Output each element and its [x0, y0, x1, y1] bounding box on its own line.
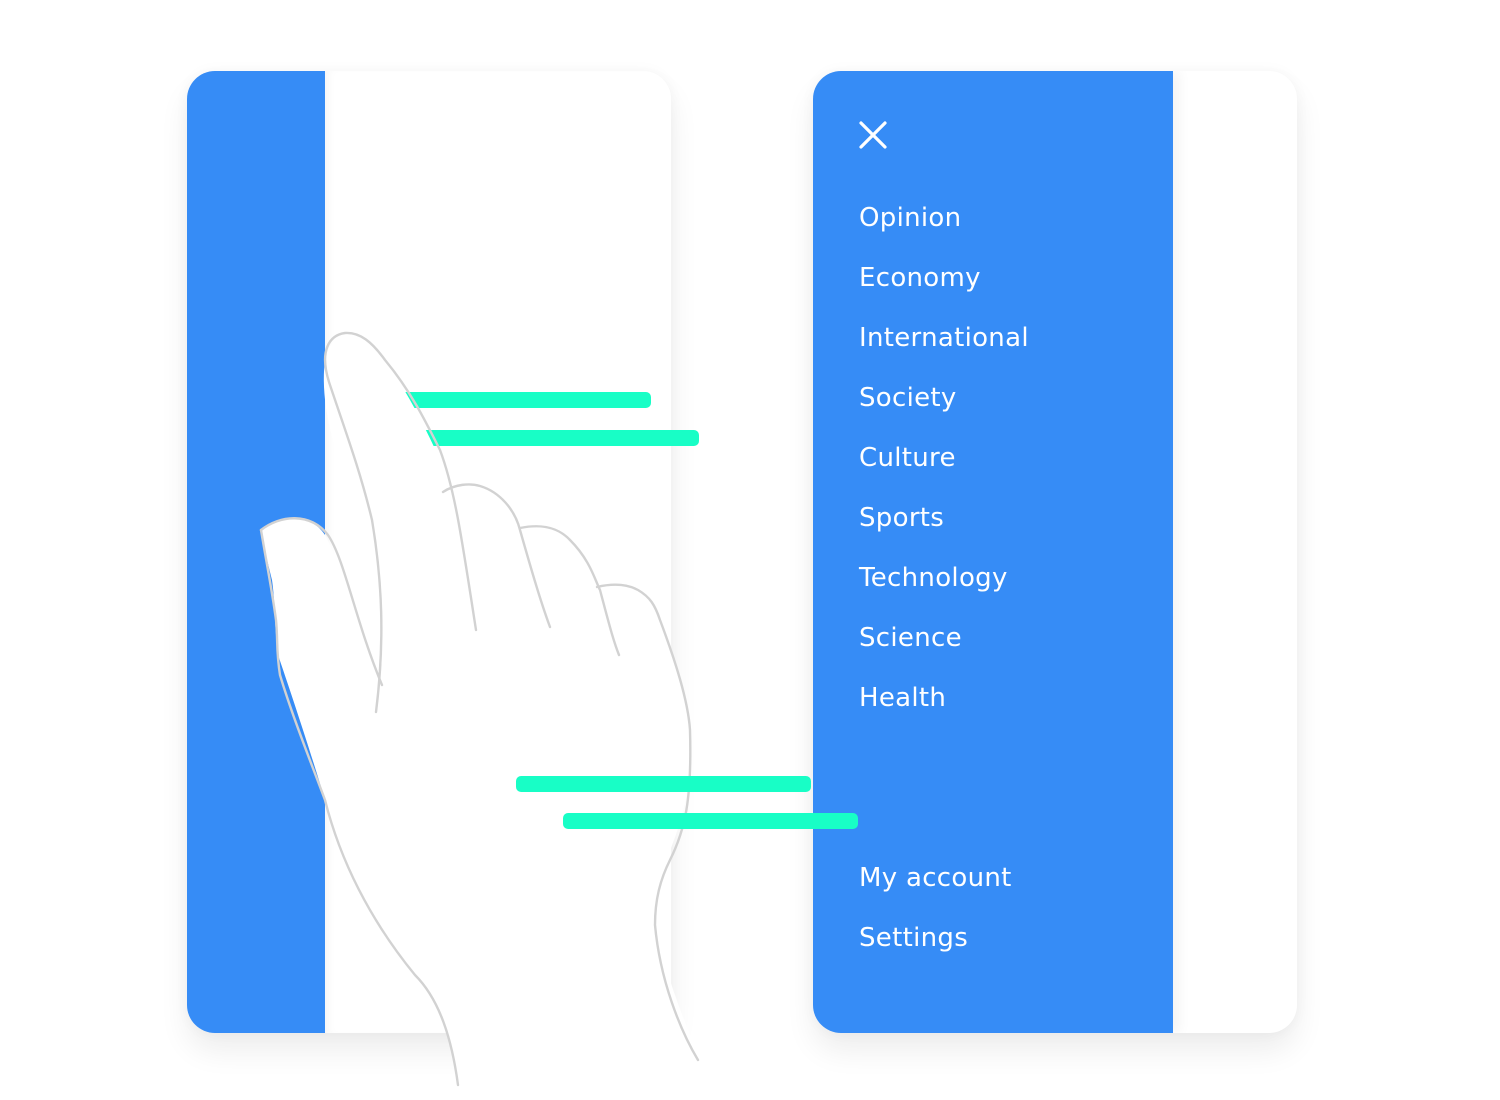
menu-item-settings[interactable]: Settings: [859, 908, 1012, 968]
drawer-menu: Opinion Economy International Society Cu…: [859, 188, 1029, 728]
drawer-account-menu: My account Settings: [859, 848, 1012, 968]
close-button[interactable]: [857, 119, 889, 151]
screen-content-area: [325, 71, 671, 1033]
menu-item-international[interactable]: International: [859, 308, 1029, 368]
menu-item-technology[interactable]: Technology: [859, 548, 1029, 608]
collapsed-drawer-edge[interactable]: [187, 71, 325, 1033]
menu-item-culture[interactable]: Culture: [859, 428, 1029, 488]
navigation-drawer: Opinion Economy International Society Cu…: [813, 71, 1173, 1033]
close-icon: [859, 121, 887, 149]
menu-item-opinion[interactable]: Opinion: [859, 188, 1029, 248]
menu-item-society[interactable]: Society: [859, 368, 1029, 428]
menu-item-my-account[interactable]: My account: [859, 848, 1012, 908]
menu-item-economy[interactable]: Economy: [859, 248, 1029, 308]
menu-item-sports[interactable]: Sports: [859, 488, 1029, 548]
phone-screen-expanded: Opinion Economy International Society Cu…: [813, 71, 1297, 1033]
menu-item-science[interactable]: Science: [859, 608, 1029, 668]
menu-item-health[interactable]: Health: [859, 668, 1029, 728]
phone-screen-collapsed: [187, 71, 671, 1033]
